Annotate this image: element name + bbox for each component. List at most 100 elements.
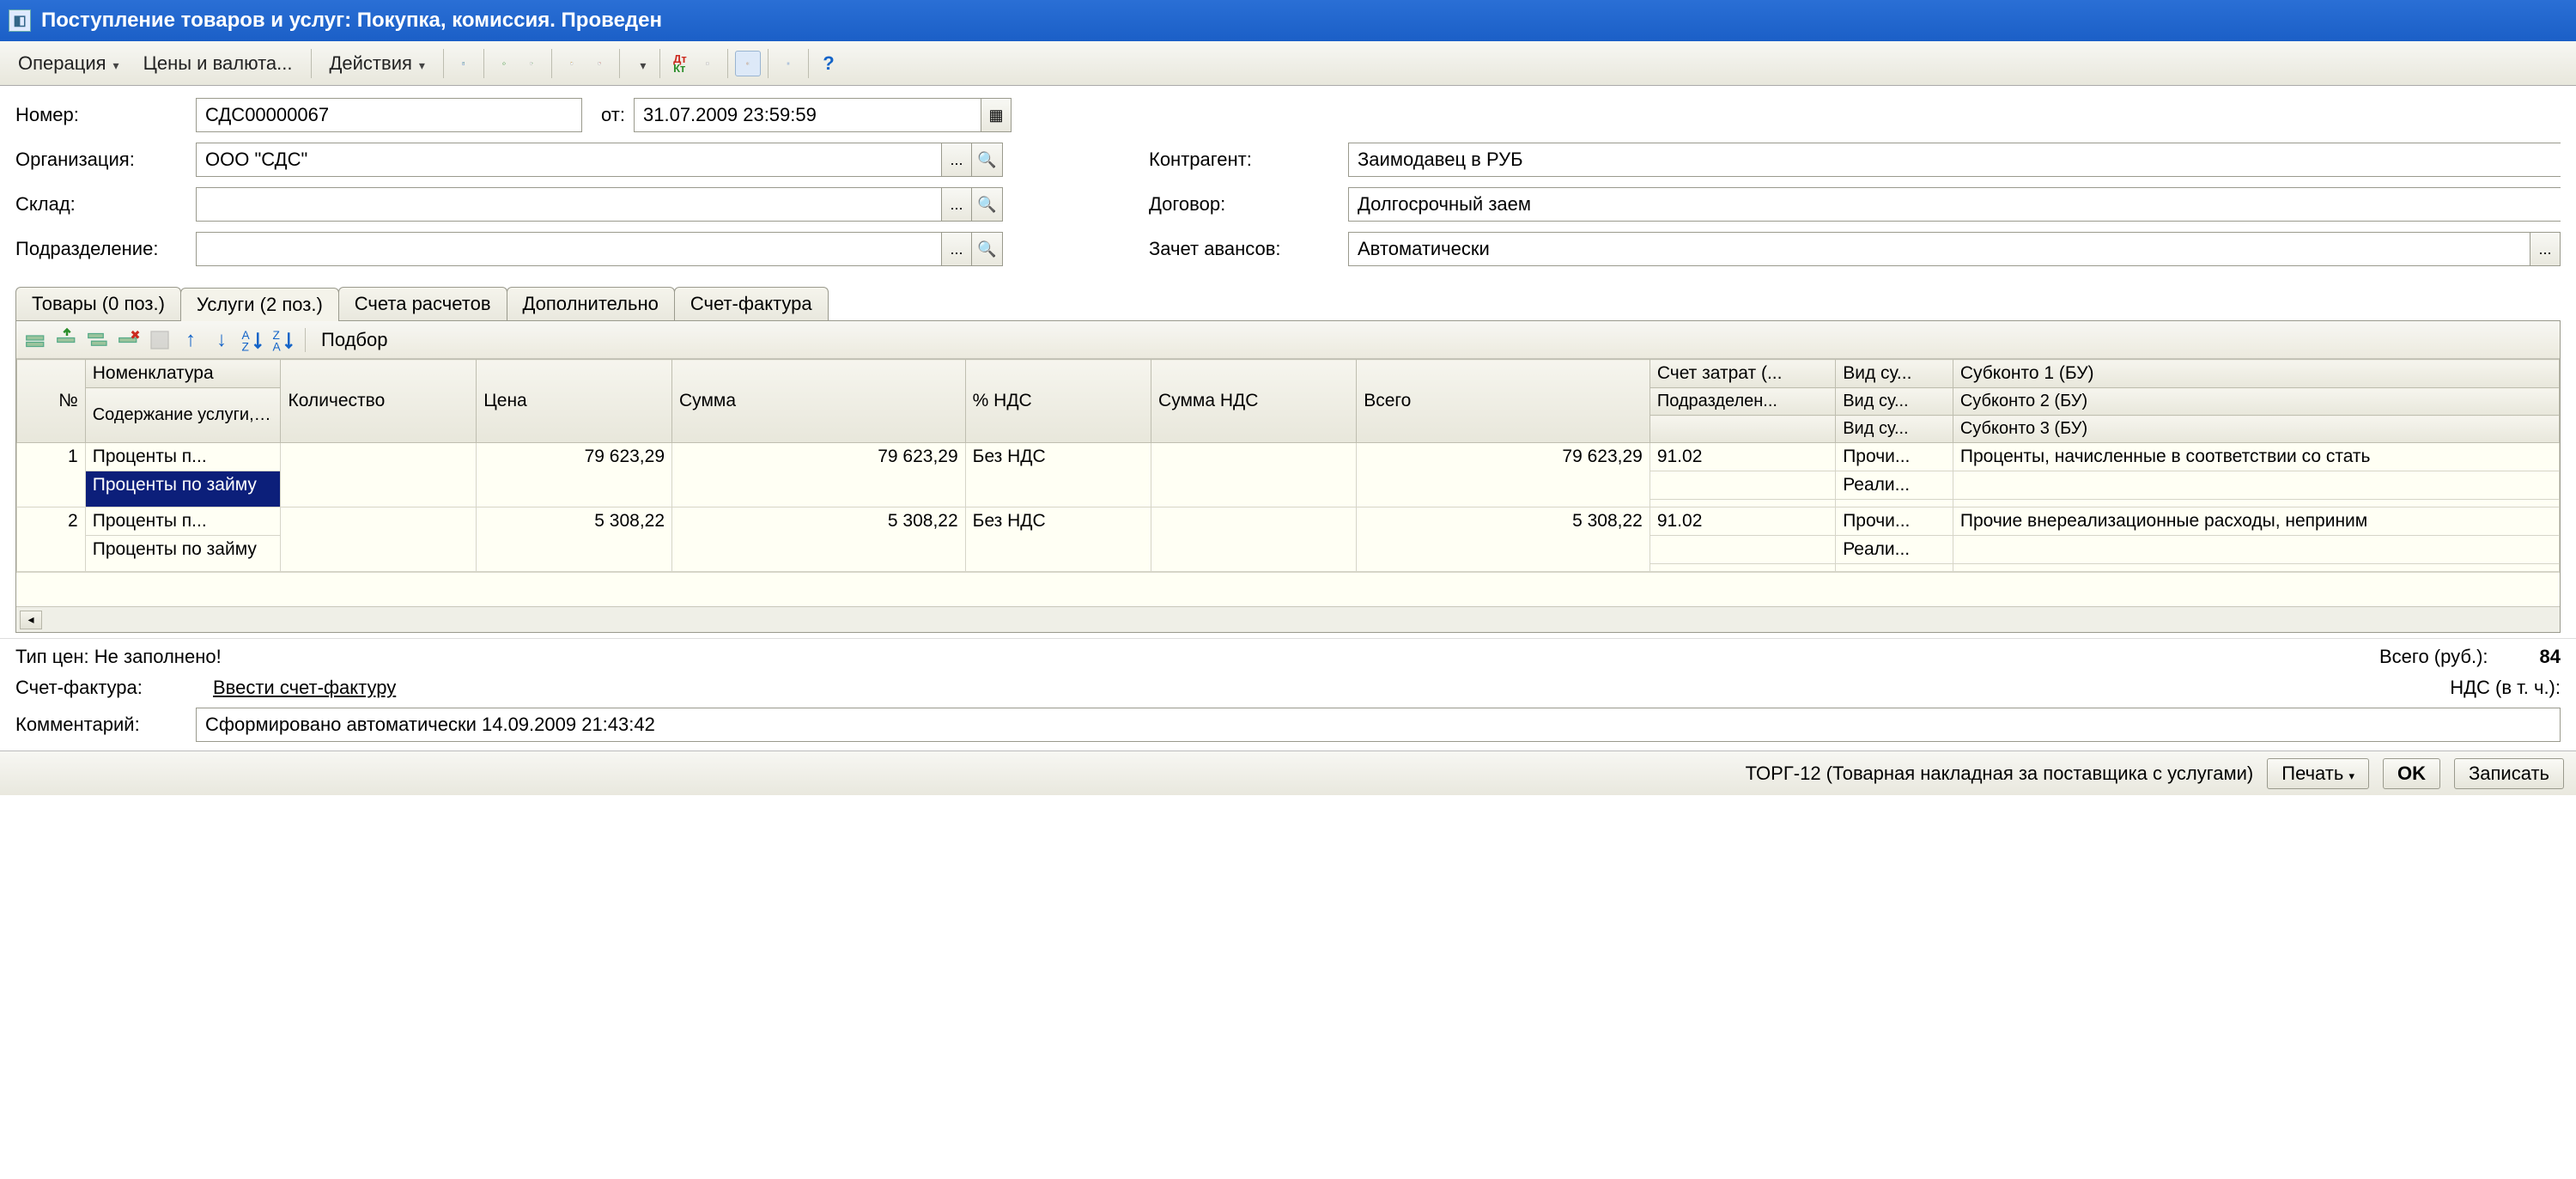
division-picker[interactable]: ... 🔍 (196, 232, 1003, 266)
cell-vatpct[interactable]: Без НДС (965, 507, 1151, 572)
cell-qty[interactable] (281, 507, 477, 572)
cell-n[interactable]: 2 (17, 507, 86, 572)
sort-asc-icon[interactable]: AZ (240, 327, 265, 353)
col-kind2[interactable]: Вид су... (1836, 388, 1953, 416)
operation-menu[interactable]: Операция (7, 46, 131, 81)
col-sub2[interactable]: Субконто 2 (БУ) (1953, 388, 2559, 416)
cell-costacct[interactable]: 91.02 (1649, 507, 1835, 536)
cell-kind3[interactable] (1836, 564, 1953, 572)
report-icon[interactable] (695, 51, 720, 76)
org-picker[interactable]: ... 🔍 (196, 143, 1003, 177)
cell-sub3[interactable] (1953, 500, 2559, 507)
cell-qty[interactable] (281, 443, 477, 507)
save-row-icon[interactable] (147, 327, 173, 353)
selection-button[interactable]: Подбор (314, 329, 394, 351)
contract-input[interactable] (1348, 187, 2561, 222)
tab-invoice[interactable]: Счет-фактура (674, 287, 829, 320)
col-n[interactable]: № (17, 360, 86, 443)
col-kind3[interactable]: Вид су... (1836, 416, 1953, 443)
search-icon[interactable]: 🔍 (972, 232, 1003, 266)
col-kind1[interactable]: Вид су... (1836, 360, 1953, 388)
dtkt-icon[interactable]: ДтКт (667, 51, 693, 76)
cell-sub3[interactable] (1953, 564, 2559, 572)
table-row[interactable]: 1 Проценты п... 79 623,29 79 623,29 Без … (17, 443, 2560, 471)
col-vatsum[interactable]: Сумма НДС (1151, 360, 1357, 443)
cell-price[interactable]: 5 308,22 (477, 507, 672, 572)
cell-blank[interactable] (1649, 500, 1835, 507)
cell-total[interactable]: 79 623,29 (1357, 443, 1650, 507)
cell-vatsum[interactable] (1151, 443, 1357, 507)
advance-input[interactable] (1348, 232, 2530, 266)
move-up-icon[interactable]: ↑ (178, 327, 204, 353)
cell-nomen[interactable]: Проценты п... (85, 507, 281, 536)
table-row[interactable]: 2 Проценты п... 5 308,22 5 308,22 Без НД… (17, 507, 2560, 536)
cell-subdiv[interactable] (1649, 536, 1835, 564)
print-button[interactable]: Печать ▾ (2267, 758, 2369, 789)
cell-vatsum[interactable] (1151, 507, 1357, 572)
prices-button[interactable]: Цены и валюта... (132, 46, 304, 81)
warehouse-input[interactable] (196, 187, 941, 222)
select-icon[interactable]: ... (941, 143, 972, 177)
cell-kind1[interactable]: Прочи... (1836, 443, 1953, 471)
cell-price[interactable]: 79 623,29 (477, 443, 672, 507)
move-down-icon[interactable]: ↓ (209, 327, 234, 353)
cell-costacct[interactable]: 91.02 (1649, 443, 1835, 471)
delete-row-icon[interactable] (116, 327, 142, 353)
col-price[interactable]: Цена (477, 360, 672, 443)
tree-icon[interactable] (735, 51, 761, 76)
advance-picker[interactable]: ... (1348, 232, 2561, 266)
list-icon[interactable] (775, 51, 801, 76)
cell-kind3[interactable] (1836, 500, 1953, 507)
cell-total[interactable]: 5 308,22 (1357, 507, 1650, 572)
col-vatpct[interactable]: % НДС (965, 360, 1151, 443)
create-based-icon[interactable] (627, 51, 653, 76)
cell-desc-selected[interactable]: Проценты по займу (85, 471, 281, 507)
col-nomen[interactable]: Номенклатура (85, 360, 281, 388)
cell-blank[interactable] (1649, 564, 1835, 572)
counterparty-input[interactable] (1348, 143, 2561, 177)
col-costacct[interactable]: Счет затрат (... (1649, 360, 1835, 388)
col-total[interactable]: Всего (1357, 360, 1650, 443)
basis-icon[interactable] (559, 51, 585, 76)
tab-goods[interactable]: Товары (0 поз.) (15, 287, 181, 320)
cell-subdiv[interactable] (1649, 471, 1835, 500)
cell-nomen[interactable]: Проценты п... (85, 443, 281, 471)
insert-row-icon[interactable] (54, 327, 80, 353)
invoice-link[interactable]: Ввести счет-фактуру (213, 677, 396, 699)
col-sum[interactable]: Сумма (672, 360, 966, 443)
select-icon[interactable]: ... (941, 232, 972, 266)
counterparty-picker[interactable] (1348, 143, 2561, 177)
cell-kind2[interactable]: Реали... (1836, 536, 1953, 564)
horizontal-scrollbar[interactable]: ◂ (16, 606, 2560, 632)
col-sub3[interactable]: Субконто 3 (БУ) (1953, 416, 2559, 443)
select-icon[interactable]: ... (941, 187, 972, 222)
tab-extra[interactable]: Дополнительно (507, 287, 675, 320)
add-row-icon[interactable] (23, 327, 49, 353)
cell-sub1[interactable]: Прочие внереализационные расходы, неприн… (1953, 507, 2559, 536)
cell-n[interactable]: 1 (17, 443, 86, 507)
cell-sub2[interactable] (1953, 471, 2559, 500)
col-desc[interactable]: Содержание услуги, доп. (85, 388, 281, 443)
save-button[interactable]: Записать (2454, 758, 2564, 789)
cell-desc[interactable]: Проценты по займу (85, 536, 281, 572)
refresh-icon[interactable] (491, 51, 517, 76)
select-icon[interactable]: ... (2530, 232, 2561, 266)
copy-row-icon[interactable] (85, 327, 111, 353)
tab-services[interactable]: Услуги (2 поз.) (180, 288, 339, 321)
cell-kind1[interactable]: Прочи... (1836, 507, 1953, 536)
org-input[interactable] (196, 143, 941, 177)
actions-menu[interactable]: Действия (319, 46, 436, 81)
calendar-icon[interactable]: ▦ (981, 98, 1012, 132)
cell-kind2[interactable]: Реали... (1836, 471, 1953, 500)
col-subdiv[interactable]: Подразделен... (1649, 388, 1835, 416)
number-input[interactable] (196, 98, 582, 132)
comment-input[interactable] (196, 708, 2561, 742)
division-input[interactable] (196, 232, 941, 266)
sort-desc-icon[interactable]: ZA (270, 327, 296, 353)
date-input[interactable] (634, 98, 981, 132)
cell-sum[interactable]: 5 308,22 (672, 507, 966, 572)
post-icon[interactable] (451, 51, 477, 76)
scroll-left-icon[interactable]: ◂ (20, 611, 42, 629)
cell-sum[interactable]: 79 623,29 (672, 443, 966, 507)
search-icon[interactable]: 🔍 (972, 143, 1003, 177)
